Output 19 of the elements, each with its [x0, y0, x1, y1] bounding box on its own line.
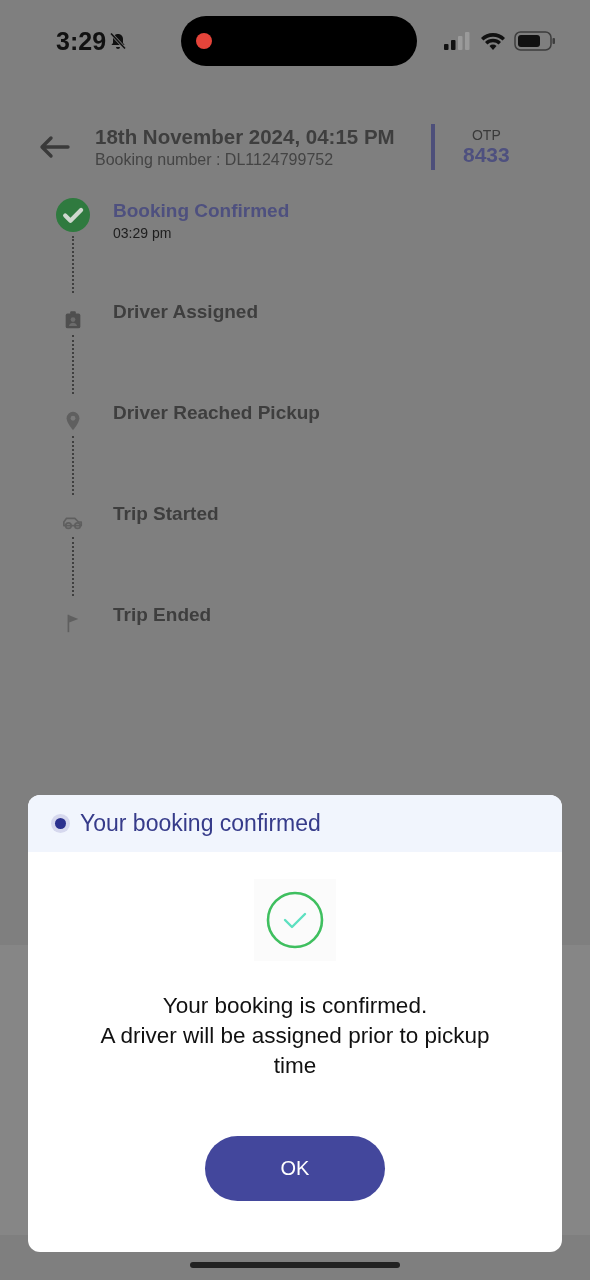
ok-button[interactable]: OK	[205, 1136, 385, 1201]
clock-time: 3:29	[56, 26, 107, 56]
step-label: Trip Ended	[113, 604, 212, 626]
step-time: 03:29 pm	[113, 225, 173, 241]
wifi-icon	[480, 31, 506, 51]
otp-label: OTP	[470, 127, 502, 143]
booking-number: Booking number : DL1124799752	[95, 151, 335, 169]
check-circle-icon	[266, 891, 324, 949]
step-label: Driver Reached Pickup	[113, 402, 320, 424]
status-dot	[55, 818, 66, 829]
dialog-message: Your booking is confirmed. A driver will be assigned prior to pickup time	[99, 992, 491, 1080]
booking-date: 18th November 2024, 04:15 PM	[95, 125, 396, 149]
battery-icon	[514, 30, 556, 52]
step-label: Trip Started	[113, 503, 219, 525]
signal-icon	[444, 31, 472, 51]
arrow-left-icon	[38, 135, 70, 159]
back-button[interactable]	[38, 135, 70, 159]
step-label: Driver Assigned	[113, 301, 258, 323]
dialog-title: Your booking confirmed	[80, 810, 321, 837]
